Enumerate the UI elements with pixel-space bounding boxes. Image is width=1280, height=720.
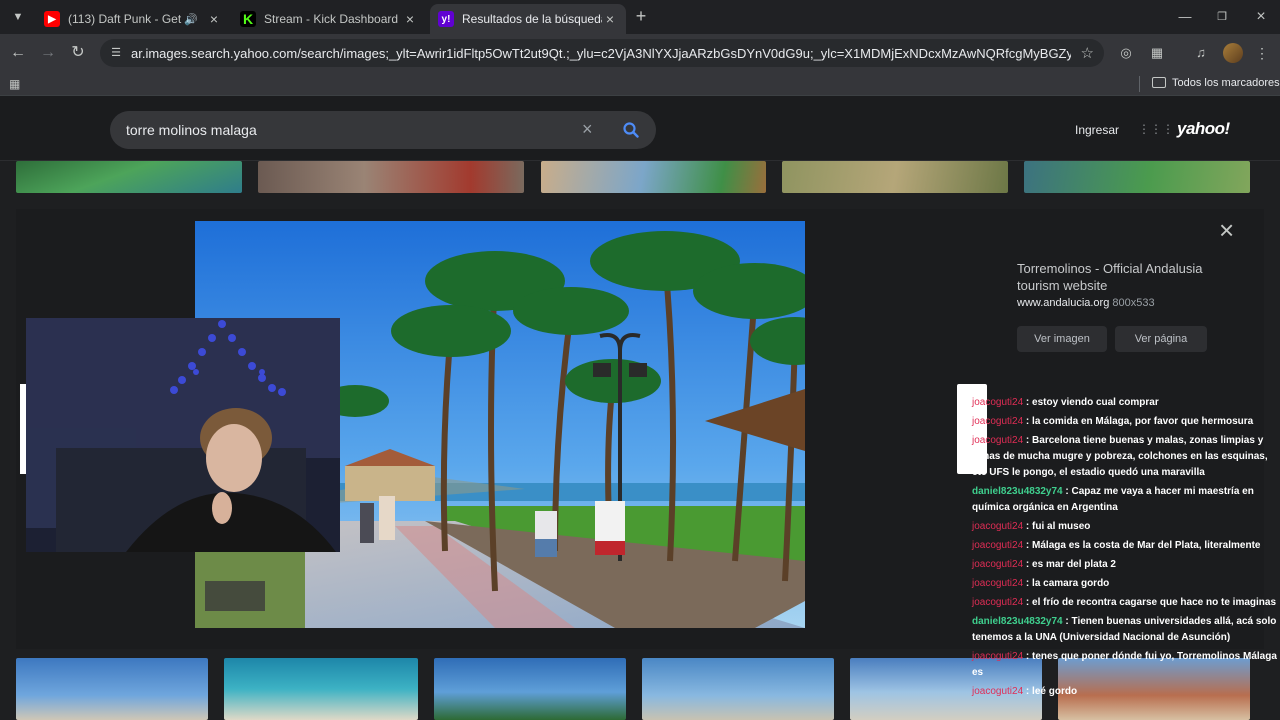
chat-text: : la camara gordo xyxy=(1023,578,1110,589)
extensions-icon[interactable]: ▦ xyxy=(1148,44,1166,62)
kick-icon: K xyxy=(240,11,256,27)
chat-username[interactable]: joacoguti24 xyxy=(972,540,1023,551)
site-info-icon[interactable]: ☰ xyxy=(108,45,124,61)
browser-toolbar: ← → ↻ ☰ ar.images.search.yahoo.com/searc… xyxy=(0,34,1280,72)
chat-text: : estoy viendo cual comprar xyxy=(1023,397,1159,408)
divider xyxy=(1139,76,1140,92)
bookmarks-bar: ▦ Todos los marcadores xyxy=(0,72,1280,96)
chat-text: : leé gordo xyxy=(1023,686,1078,697)
chat-text: : fui al museo xyxy=(1023,521,1091,532)
close-icon[interactable]: × xyxy=(206,11,222,27)
source-meta: www.andalucia.org 800x533 xyxy=(1017,297,1155,309)
profile-avatar[interactable] xyxy=(1223,43,1243,63)
reload-icon[interactable]: ↻ xyxy=(68,43,88,63)
chat-message: joacoguti24 : Málaga es la costa de Mar … xyxy=(972,538,1280,554)
yahoo-logo[interactable]: yahoo! xyxy=(1177,119,1230,139)
minimize-icon[interactable]: — xyxy=(1175,8,1195,26)
chat-message: joacoguti24 : Barcelona tiene buenas y m… xyxy=(972,433,1280,481)
chat-message: joacoguti24 : es mar del plata 2 xyxy=(972,557,1280,573)
forward-icon[interactable]: → xyxy=(38,43,58,63)
search-input[interactable] xyxy=(126,122,566,138)
restore-icon[interactable]: ❐ xyxy=(1212,8,1232,26)
chat-message: daniel823u4832y74 : Capaz me vaya a hace… xyxy=(972,484,1280,516)
url-text[interactable]: ar.images.search.yahoo.com/search/images… xyxy=(131,46,1071,61)
chat-username[interactable]: joacoguti24 xyxy=(972,651,1023,662)
bookmark-star-icon[interactable]: ☆ xyxy=(1081,44,1094,62)
webcam-overlay xyxy=(26,318,340,552)
search-box: × xyxy=(110,111,656,149)
signin-link[interactable]: Ingresar xyxy=(1075,123,1119,137)
chat-username[interactable]: joacoguti24 xyxy=(972,559,1023,570)
chat-username[interactable]: joacoguti24 xyxy=(972,435,1023,446)
chat-text: : el frío de recontra cagarse que hace n… xyxy=(1023,597,1277,608)
chat-message: joacoguti24 : fui al museo xyxy=(972,519,1280,535)
all-bookmarks-link[interactable]: Todos los marcadores xyxy=(1172,77,1280,89)
view-page-button[interactable]: Ver página xyxy=(1115,326,1207,352)
chat-username[interactable]: joacoguti24 xyxy=(972,397,1023,408)
source-domain[interactable]: www.andalucia.org xyxy=(1017,297,1109,309)
youtube-icon: ▶ xyxy=(44,11,60,27)
chat-text: : la comida en Málaga, por favor que her… xyxy=(1023,416,1254,427)
apps-grid-icon[interactable]: ▦ xyxy=(9,77,23,91)
image-dimensions: 800x533 xyxy=(1112,297,1155,309)
chat-username[interactable]: joacoguti24 xyxy=(972,416,1023,427)
chat-message: joacoguti24 : la camara gordo xyxy=(972,576,1280,592)
tab-title: (113) Daft Punk - Get Lucky xyxy=(68,12,184,26)
tab-title: Stream - Kick Dashboard xyxy=(264,12,399,26)
speaker-icon[interactable]: 🔊 xyxy=(184,13,198,26)
result-thumbnail[interactable] xyxy=(434,658,626,720)
yahoo-header: × Ingresar ⋮⋮⋮ yahoo! xyxy=(0,97,1280,161)
chat-username[interactable]: joacoguti24 xyxy=(972,578,1023,589)
chat-username[interactable]: daniel823u4832y74 xyxy=(972,486,1063,497)
chat-username[interactable]: joacoguti24 xyxy=(972,521,1023,532)
chat-text: : Málaga es la costa de Mar del Plata, l… xyxy=(1023,540,1261,551)
result-thumbnail[interactable] xyxy=(1024,161,1250,193)
address-bar[interactable]: ☰ ar.images.search.yahoo.com/search/imag… xyxy=(100,39,1104,67)
folder-icon xyxy=(1152,77,1166,88)
close-icon[interactable]: × xyxy=(402,11,418,27)
tab-youtube[interactable]: ▶ (113) Daft Punk - Get Lucky 🔊 × xyxy=(36,4,230,34)
yahoo-icon: y! xyxy=(438,11,454,27)
search-icon[interactable] xyxy=(622,121,640,139)
tab-yahoo[interactable]: y! Resultados de la búsqueda de × xyxy=(430,4,626,34)
chat-message: joacoguti24 : el frío de recontra cagars… xyxy=(972,595,1280,611)
source-title[interactable]: Torremolinos - Official Andalusia touris… xyxy=(1017,260,1217,294)
tab-search-chevron-icon[interactable]: ▼ xyxy=(8,8,28,26)
close-icon[interactable]: × xyxy=(602,11,618,27)
result-thumbnail[interactable] xyxy=(16,658,208,720)
chat-username[interactable]: joacoguti24 xyxy=(972,597,1023,608)
close-preview-icon[interactable]: × xyxy=(1219,215,1234,246)
chat-username[interactable]: joacoguti24 xyxy=(972,686,1023,697)
tab-kick[interactable]: K Stream - Kick Dashboard × xyxy=(232,4,426,34)
chat-message: joacoguti24 : estoy viendo cual comprar xyxy=(972,395,1280,411)
chat-message: joacoguti24 : la comida en Málaga, por f… xyxy=(972,414,1280,430)
tab-strip: ▼ ▶ (113) Daft Punk - Get Lucky 🔊 × K St… xyxy=(0,0,1280,34)
result-thumbnail[interactable] xyxy=(782,161,1008,193)
window-close-icon[interactable]: × xyxy=(1251,8,1271,26)
yahoo-images-page: × Ingresar ⋮⋮⋮ yahoo! xyxy=(0,97,1280,720)
tab-title: Resultados de la búsqueda de xyxy=(462,12,602,26)
chat-text: : es mar del plata 2 xyxy=(1023,559,1116,570)
result-thumbnail[interactable] xyxy=(16,161,242,193)
apps-grid-icon[interactable]: ⋮⋮⋮ xyxy=(1138,122,1174,136)
view-image-button[interactable]: Ver imagen xyxy=(1017,326,1107,352)
menu-kebab-icon[interactable]: ⋮ xyxy=(1253,44,1271,62)
chat-username[interactable]: daniel823u4832y74 xyxy=(972,616,1063,627)
result-thumbnail[interactable] xyxy=(541,161,766,193)
stream-chat: joacoguti24 : estoy viendo cual comprar … xyxy=(972,395,1280,703)
chat-message: joacoguti24 : leé gordo xyxy=(972,684,1280,700)
streamer-webcam-feed xyxy=(26,318,340,552)
back-icon[interactable]: ← xyxy=(8,43,28,63)
incognito-icon[interactable]: ◎ xyxy=(1117,44,1135,62)
new-tab-icon[interactable]: + xyxy=(632,7,650,26)
result-thumbnail[interactable] xyxy=(642,658,834,720)
chat-message: joacoguti24 : tenes que poner dónde fui … xyxy=(972,649,1280,681)
result-thumbnail[interactable] xyxy=(224,658,418,720)
clear-search-icon[interactable]: × xyxy=(582,119,593,140)
chat-message: daniel823u4832y74 : Tienen buenas univer… xyxy=(972,614,1280,646)
result-thumbnail[interactable] xyxy=(258,161,524,193)
media-controls-icon[interactable]: ♫ xyxy=(1192,44,1210,62)
